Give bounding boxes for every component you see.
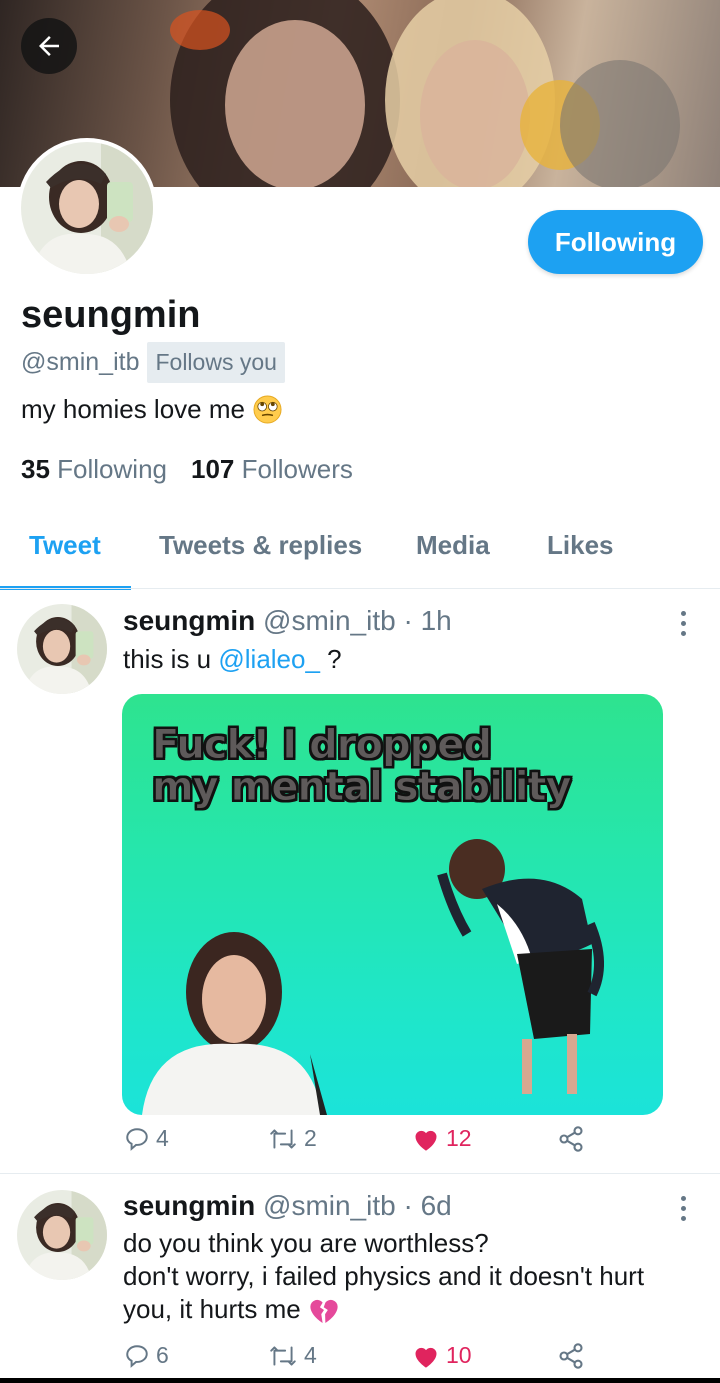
profile-tabs: Tweet Tweets & replies Media Likes (0, 510, 720, 590)
profile-stats: 35 Following 107 Followers (21, 454, 353, 485)
tweet-time: 6d (420, 1190, 452, 1221)
follows-you-badge: Follows you (147, 341, 285, 383)
tweet-media-image[interactable]: Fuck! I dropped my mental stability (122, 694, 663, 1115)
meme-figures (142, 839, 605, 1115)
avatar-image (17, 1190, 107, 1280)
arrow-left-icon (39, 36, 59, 56)
retweet-count: 2 (304, 1125, 317, 1151)
tweet-separator: · (403, 1190, 413, 1221)
like-count: 12 (446, 1125, 472, 1151)
share-button[interactable] (557, 1342, 585, 1370)
followers-stat[interactable]: 107 Followers (191, 454, 353, 485)
more-vertical-icon[interactable] (672, 1188, 694, 1228)
retweet-button[interactable]: 4 (268, 1342, 317, 1369)
eye-roll-emoji-icon (253, 395, 282, 424)
back-button[interactable] (21, 18, 77, 74)
like-button[interactable]: 12 (412, 1125, 472, 1152)
following-button[interactable]: Following (528, 210, 703, 274)
share-button[interactable] (557, 1125, 585, 1153)
like-count: 10 (446, 1342, 472, 1368)
retweet-count: 4 (304, 1342, 317, 1368)
retweet-icon (270, 1128, 296, 1149)
profile-handle-row: @smin_itb Follows you (21, 341, 285, 383)
tab-likes[interactable]: Likes (547, 530, 614, 561)
profile-display-name: seungmin (21, 294, 201, 336)
reply-button[interactable]: 4 (124, 1125, 169, 1152)
bottom-edge (0, 1378, 720, 1383)
profile-handle: @smin_itb (21, 347, 140, 376)
like-button[interactable]: 10 (412, 1342, 472, 1369)
tweet-avatar[interactable] (17, 604, 107, 694)
following-stat[interactable]: 35 Following (21, 454, 167, 485)
share-icon (559, 1126, 583, 1152)
retweet-button[interactable]: 2 (268, 1125, 317, 1152)
tweet-actions: 6 4 10 (0, 1342, 720, 1382)
share-icon (559, 1343, 583, 1369)
tweet-author-name[interactable]: seungmin (123, 1190, 255, 1221)
bio-text: my homies love me (21, 394, 245, 424)
tweet-header: seungmin @smin_itb · 6d (123, 1190, 452, 1222)
mention-link[interactable]: @lialeo_ (218, 644, 320, 674)
tweet-separator: · (403, 605, 413, 636)
tweet-avatar[interactable] (17, 1190, 107, 1280)
heart-icon (415, 1130, 437, 1151)
tab-tweets-replies[interactable]: Tweets & replies (159, 530, 362, 561)
more-vertical-icon[interactable] (672, 603, 694, 643)
tweet-line-with-emoji: you, it hurts me (123, 1293, 703, 1326)
tweet-text: this is u @lialeo_ ? (123, 644, 342, 674)
tab-tweet[interactable]: Tweet (29, 530, 101, 561)
reply-icon (126, 1127, 148, 1151)
avatar-image (21, 142, 153, 274)
tweet-line: do you think you are worthless? (123, 1228, 489, 1258)
tweet-author-handle: @smin_itb (263, 1190, 396, 1221)
tweet-author-name[interactable]: seungmin (123, 605, 255, 636)
reply-count: 4 (156, 1125, 169, 1151)
tweet-author-handle: @smin_itb (263, 605, 396, 636)
avatar-image (17, 604, 107, 694)
tweet-actions: 4 2 12 (0, 1125, 720, 1165)
heart-icon (415, 1347, 437, 1368)
tweet-time: 1h (420, 605, 452, 636)
reply-button[interactable]: 6 (124, 1342, 169, 1369)
broken-heart-emoji-icon (310, 1299, 338, 1323)
retweet-icon (270, 1345, 296, 1366)
tweet-header: seungmin @smin_itb · 1h (123, 605, 452, 637)
profile-avatar[interactable] (17, 138, 157, 278)
tab-media[interactable]: Media (416, 530, 490, 561)
reply-count: 6 (156, 1342, 169, 1368)
tabs-divider (0, 588, 720, 589)
tweet-line: don't worry, i failed physics and it doe… (123, 1261, 645, 1291)
tweet-text: do you think you are worthless? don't wo… (123, 1227, 703, 1326)
tweet-divider (0, 1173, 720, 1174)
profile-bio: my homies love me (21, 394, 282, 425)
reply-icon (126, 1344, 148, 1368)
